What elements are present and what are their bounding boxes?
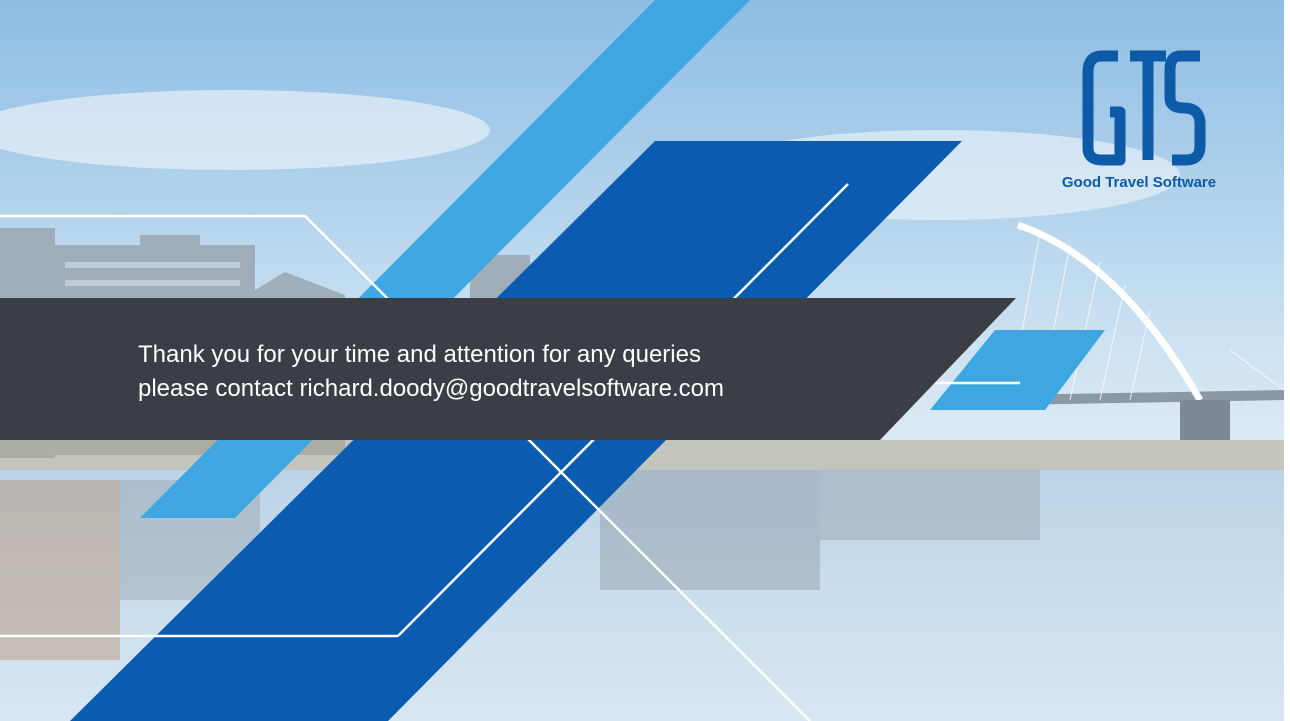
thank-you-message: Thank you for your time and attention fo…	[138, 338, 898, 406]
gts-logo: Good Travel Software	[1024, 50, 1254, 200]
message-line-1: Thank you for your time and attention fo…	[138, 341, 701, 368]
closing-slide: Thank you for your time and attention fo…	[0, 0, 1284, 721]
message-line-2: please contact richard.doody@goodtravels…	[138, 375, 725, 402]
logo-wordmark: Good Travel Software	[1061, 174, 1217, 191]
gts-monogram-logo-icon	[1082, 50, 1206, 166]
